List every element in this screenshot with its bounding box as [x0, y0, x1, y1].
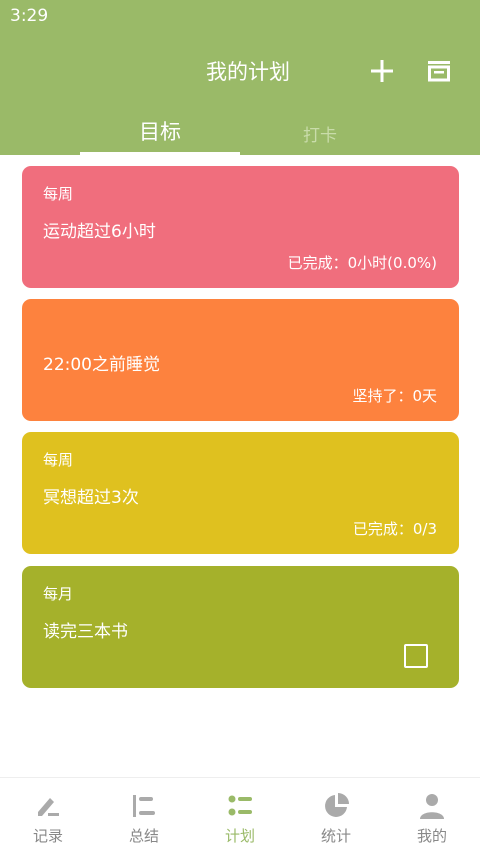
nav-label: 统计: [320, 827, 351, 845]
plan-card[interactable]: 每周 运动超过6小时 已完成：0小时(0.0%): [22, 166, 459, 288]
plan-progress: 坚持了：0天: [352, 387, 437, 405]
plan-name: 读完三本书: [43, 622, 128, 642]
nav-label: 总结: [128, 827, 159, 845]
status-time: 3:29: [10, 6, 49, 26]
bottom-nav: 记录 总结 计划 统计 我的: [0, 777, 480, 853]
page-title: 我的计划: [206, 60, 290, 84]
nav-item-summary[interactable]: 总结: [96, 778, 192, 854]
plan-period: 每周: [43, 451, 74, 469]
plan-name: 冥想超过3次: [43, 488, 139, 508]
nav-label: 记录: [32, 827, 63, 845]
plan-name: 22:00之前睡觉: [43, 355, 160, 375]
plan-card[interactable]: 每月 读完三本书: [22, 566, 459, 688]
app-header: 3:29 我的计划 目标 打卡: [0, 0, 480, 155]
plan-progress: 已完成：0/3: [352, 520, 437, 538]
plan-period: 每周: [43, 185, 74, 203]
active-tab-indicator: [80, 152, 240, 155]
nav-item-plan[interactable]: 计划: [192, 778, 288, 854]
nav-label: 计划: [224, 827, 255, 845]
person-icon: [420, 794, 444, 819]
pen-icon: [38, 798, 59, 816]
tab-checkin[interactable]: 打卡: [240, 121, 400, 146]
plan-card[interactable]: 每周 冥想超过3次 已完成：0/3: [22, 432, 459, 554]
archive-icon[interactable]: [426, 58, 452, 84]
plan-card[interactable]: 22:00之前睡觉 坚持了：0天: [22, 299, 459, 421]
summary-icon: [133, 795, 155, 817]
plan-period: 每月: [43, 585, 74, 603]
list-icon: [228, 795, 252, 816]
nav-item-stats[interactable]: 统计: [288, 778, 384, 854]
add-plan-icon[interactable]: [369, 58, 395, 84]
plan-progress: 已完成：0小时(0.0%): [287, 254, 437, 272]
nav-label: 我的: [416, 827, 447, 845]
nav-item-record[interactable]: 记录: [0, 778, 96, 854]
tab-goals[interactable]: 目标: [80, 116, 240, 146]
plan-checkbox[interactable]: [404, 644, 428, 668]
nav-item-mine[interactable]: 我的: [384, 778, 480, 854]
pie-chart-icon: [325, 793, 349, 817]
plan-name: 运动超过6小时: [43, 222, 156, 242]
